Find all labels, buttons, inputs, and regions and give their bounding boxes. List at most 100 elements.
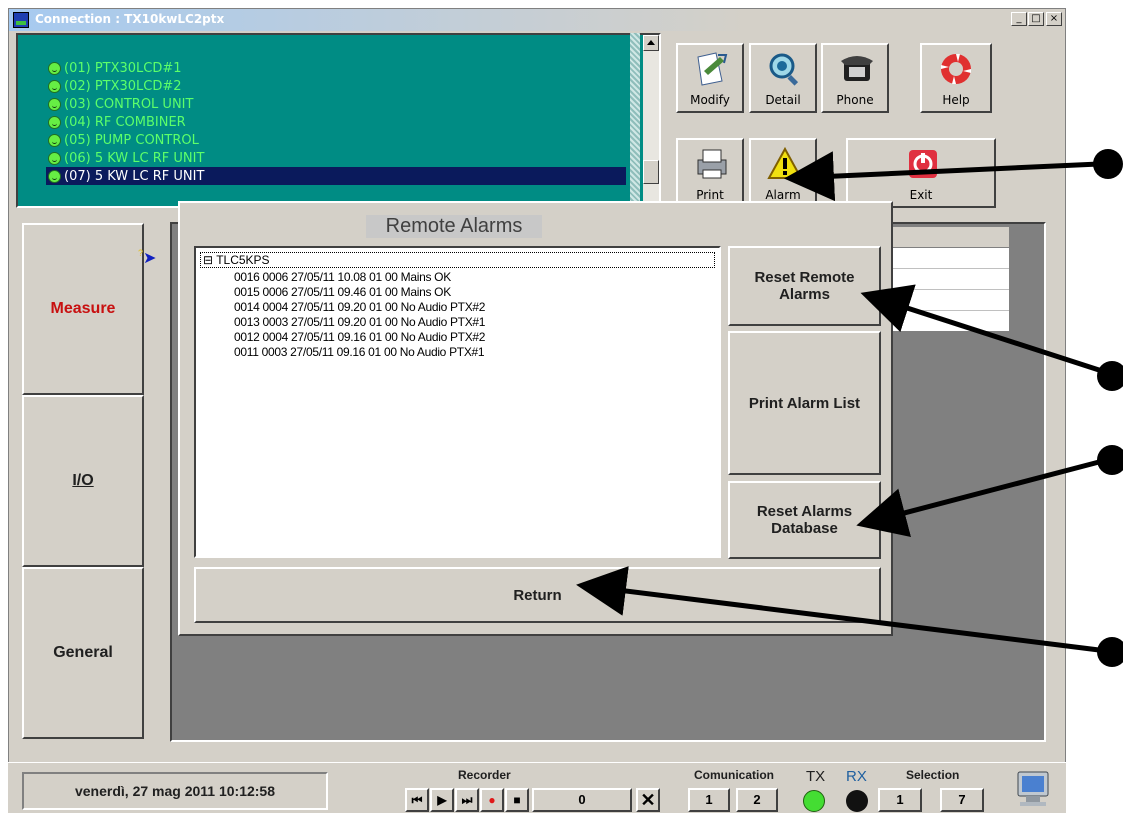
comm-value-2: 2: [736, 788, 778, 812]
smiley-ok-icon: [48, 151, 61, 165]
window-title: Connection : TX10kwLC2ptx: [35, 12, 225, 26]
modify-button[interactable]: Modify: [676, 43, 744, 113]
tree-root-label: TLC5KPS: [216, 253, 270, 267]
pointer-arrow-icon: ?➤: [138, 248, 157, 267]
print-button[interactable]: Print: [676, 138, 744, 208]
device-item[interactable]: (03) CONTROL UNIT: [48, 95, 193, 113]
app-icon: [13, 12, 29, 28]
datetime-display: venerdì, 27 mag 2011 10:12:58: [22, 772, 328, 810]
device-list-scrollbar[interactable]: [643, 35, 659, 206]
device-label: (04) RF COMBINER: [64, 114, 186, 130]
exit-button[interactable]: Exit: [846, 138, 996, 208]
phone-button[interactable]: Phone: [821, 43, 889, 113]
warning-icon: [767, 146, 803, 179]
selection-value-2: 7: [940, 788, 984, 812]
alarm-button[interactable]: Alarm: [749, 138, 817, 208]
magnifier-icon: [769, 53, 799, 86]
cancel-recording-button[interactable]: ✕: [636, 788, 660, 812]
maximize-button[interactable]: □: [1028, 12, 1044, 26]
reset-remote-label-line2: Alarms: [779, 286, 830, 303]
alarm-entry[interactable]: 0012 0004 27/05/11 09.16 01 00 No Audio …: [234, 330, 485, 345]
measure-grid: [884, 226, 1010, 332]
tab-io[interactable]: I/O: [22, 395, 144, 567]
smiley-ok-icon: [48, 61, 61, 75]
callout-dot: [1097, 637, 1123, 667]
grid-row: [885, 290, 1009, 311]
smiley-ok-icon: [48, 79, 61, 93]
selection-value-1: 1: [878, 788, 922, 812]
device-item[interactable]: (02) PTX30LCD#2: [48, 77, 182, 95]
skip-back-button[interactable]: ⏮: [405, 788, 429, 812]
grid-row: [885, 248, 1009, 269]
tab-measure[interactable]: Measure: [22, 223, 144, 395]
title-bar[interactable]: Connection : TX10kwLC2ptx _ □ ×: [9, 9, 1065, 31]
device-item[interactable]: (06) 5 KW LC RF UNIT: [48, 149, 204, 167]
computer-icon: [1017, 771, 1049, 806]
phone-icon: [841, 56, 873, 81]
alarm-tree-list[interactable]: ⊟ TLC5KPS 0016 0006 27/05/11 10.08 01 00…: [194, 246, 721, 558]
device-item[interactable]: (01) PTX30LCD#1: [48, 59, 182, 77]
modify-label: Modify: [690, 93, 730, 107]
play-button[interactable]: ▶: [430, 788, 454, 812]
help-button[interactable]: Help: [920, 43, 992, 113]
device-label: (02) PTX30LCD#2: [64, 78, 182, 94]
device-item[interactable]: (04) RF COMBINER: [48, 113, 186, 131]
step-forward-button[interactable]: ⏭: [455, 788, 479, 812]
reset-db-label-line1: Reset Alarms: [756, 503, 853, 520]
alarm-label: Alarm: [765, 188, 801, 202]
comm-value-1: 1: [688, 788, 730, 812]
callout-dot: [1097, 445, 1123, 475]
print-label: Print: [696, 188, 724, 202]
scroll-up-arrow-icon[interactable]: [643, 35, 659, 51]
collapse-icon[interactable]: ⊟: [203, 253, 213, 267]
smiley-ok-icon: [48, 97, 61, 111]
device-label: (03) CONTROL UNIT: [64, 96, 194, 112]
device-item[interactable]: (05) PUMP CONTROL: [48, 131, 199, 149]
grid-header: [885, 227, 1009, 248]
alarm-entry[interactable]: 0015 0006 27/05/11 09.46 01 00 Mains OK: [234, 285, 451, 300]
device-item-selected[interactable]: (07) 5 KW LC RF UNIT: [46, 167, 626, 185]
device-label: (01) PTX30LCD#1: [64, 60, 182, 76]
recorder-counter: 0: [532, 788, 632, 812]
power-icon: [909, 150, 937, 178]
dialog-title: Remote Alarms: [366, 215, 542, 238]
device-label: (05) PUMP CONTROL: [64, 132, 199, 148]
stop-button[interactable]: ■: [505, 788, 529, 812]
scroll-thumb[interactable]: [643, 160, 659, 184]
smiley-ok-icon: [48, 133, 61, 147]
splitter-grip[interactable]: [630, 33, 640, 208]
tx-label: TX: [806, 768, 826, 785]
minimize-button[interactable]: _: [1011, 12, 1027, 26]
close-button[interactable]: ×: [1046, 12, 1062, 26]
return-button[interactable]: Return: [194, 567, 881, 623]
alarm-entry[interactable]: 0016 0006 27/05/11 10.08 01 00 Mains OK: [234, 270, 451, 285]
callout-dot: [1093, 149, 1123, 179]
phone-label: Phone: [836, 93, 874, 107]
alarm-entry[interactable]: 0014 0004 27/05/11 09.20 01 00 No Audio …: [234, 300, 485, 315]
help-label: Help: [942, 93, 970, 107]
alarm-entry[interactable]: 0011 0003 27/05/11 09.16 01 00 No Audio …: [234, 345, 485, 360]
detail-button[interactable]: Detail: [749, 43, 817, 113]
comunication-label: Comunication: [694, 768, 774, 782]
lifebuoy-icon: [941, 54, 971, 84]
tx-smiley-led-icon: [803, 790, 825, 812]
record-button[interactable]: ●: [480, 788, 504, 812]
reset-remote-label-line1: Reset Remote: [754, 269, 855, 286]
printer-icon: [697, 149, 727, 179]
reset-remote-alarms-button[interactable]: Reset Remote Alarms: [728, 246, 881, 326]
grid-row: [885, 269, 1009, 290]
exit-label: Exit: [909, 188, 933, 202]
rx-led-icon: [846, 790, 868, 812]
modify-icon: [697, 52, 728, 86]
recorder-label: Recorder: [458, 768, 511, 782]
rx-label: RX: [846, 768, 867, 785]
print-alarm-list-button[interactable]: Print Alarm List: [728, 331, 881, 475]
device-label: (07) 5 KW LC RF UNIT: [64, 168, 205, 184]
alarm-entry[interactable]: 0013 0003 27/05/11 09.20 01 00 No Audio …: [234, 315, 485, 330]
device-label: (06) 5 KW LC RF UNIT: [64, 150, 205, 166]
device-list[interactable]: (01) PTX30LCD#1 (02) PTX30LCD#2 (03) CON…: [16, 33, 661, 208]
reset-alarms-database-button[interactable]: Reset Alarms Database: [728, 481, 881, 559]
tab-general[interactable]: General: [22, 567, 144, 739]
smiley-ok-icon: [48, 169, 61, 183]
tree-root-node[interactable]: ⊟ TLC5KPS: [200, 252, 715, 268]
